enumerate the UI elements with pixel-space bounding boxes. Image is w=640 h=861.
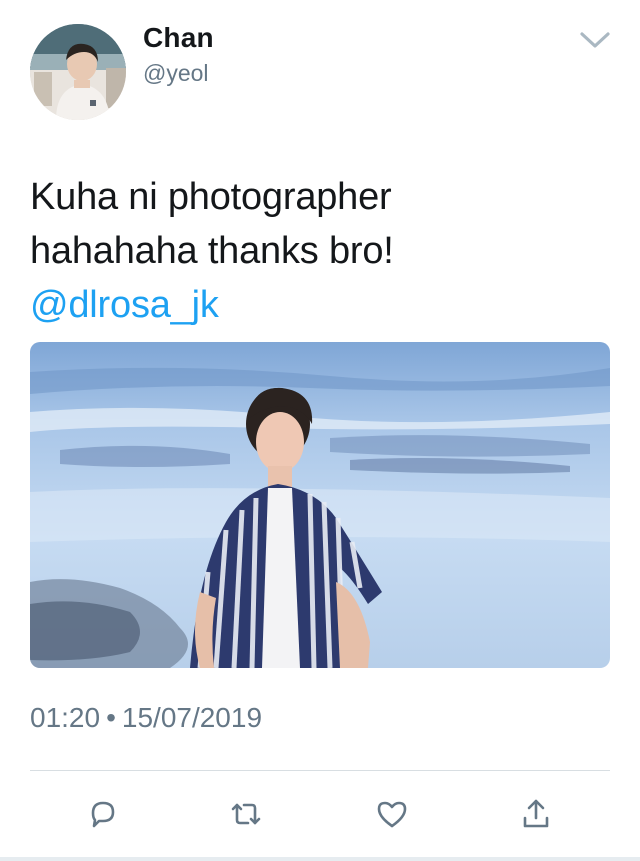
reply-button[interactable] (82, 794, 122, 834)
share-button[interactable] (516, 794, 556, 834)
reply-icon (91, 801, 115, 828)
like-button[interactable] (372, 794, 412, 834)
tweet-text-line-2: hahahaha thanks bro! (30, 230, 394, 272)
retweet-icon (231, 803, 261, 825)
avatar[interactable] (30, 24, 126, 120)
tweet-text: Kuha ni photographer hahahaha thanks bro… (30, 170, 610, 332)
avatar-image (30, 24, 126, 120)
display-name[interactable]: Chan (143, 22, 214, 54)
tweet-time: 01:20 (30, 702, 101, 733)
share-icon (523, 799, 549, 828)
heart-icon (377, 801, 407, 828)
user-handle[interactable]: @yeol (143, 60, 209, 87)
tweet-text-line-1: Kuha ni photographer (30, 176, 392, 218)
mention-link[interactable]: @dlrosa_jk (30, 278, 610, 332)
tweet-card: Chan @yeol Kuha ni photographer hahahaha… (0, 0, 640, 861)
divider (30, 770, 610, 771)
timestamp-separator: • (106, 702, 116, 733)
tweet-photo[interactable] (30, 342, 610, 668)
bottom-border (0, 857, 640, 861)
tweet-date: 15/07/2019 (121, 702, 263, 733)
retweet-button[interactable] (226, 794, 266, 834)
chevron-down-icon[interactable] (578, 26, 612, 54)
timestamp[interactable]: 01:20 • 15/07/2019 (30, 702, 262, 734)
